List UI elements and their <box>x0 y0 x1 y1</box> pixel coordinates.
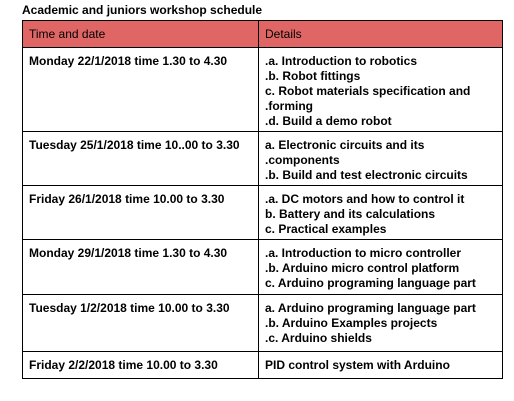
time-cell: Friday 26/1/2018 time 10.00 to 3.30 <box>22 185 259 240</box>
detail-line: a. Arduino programing language part <box>265 301 476 315</box>
table-row: Friday 26/1/2018 time 10.00 to 3.30 .a. … <box>22 185 503 240</box>
detail-line: .components <box>265 153 340 167</box>
table-row: Tuesday 25/1/2018 time 10..00 to 3.30 a.… <box>22 131 503 186</box>
document-title: Academic and juniors workshop schedule <box>22 3 263 17</box>
detail-line: .forming <box>265 99 313 113</box>
detail-line: c. Practical examples <box>265 222 387 236</box>
details-cell: .a. Introduction to robotics .b. Robot f… <box>258 47 503 132</box>
detail-line: .b. Arduino Examples projects <box>265 316 438 330</box>
time-cell: Monday 22/1/2018 time 1.30 to 4.30 <box>22 47 259 132</box>
table-header-row: Time and date Details <box>22 20 503 48</box>
detail-line: c. Arduino programing language part <box>265 276 476 290</box>
detail-line: .b. Arduino micro control platform <box>265 261 460 275</box>
detail-line: .a. Introduction to micro controller <box>265 246 462 260</box>
detail-line: .b. Build and test electronic circuits <box>265 168 468 182</box>
detail-line: b. Battery and its calculations <box>265 207 436 221</box>
details-cell: PID control system with Arduino <box>258 351 503 379</box>
details-cell: .a. DC motors and how to control it b. B… <box>258 185 503 240</box>
detail-line: .b. Robot fittings <box>265 69 361 83</box>
header-time-and-date: Time and date <box>22 20 259 48</box>
details-cell: a. Arduino programing language part .b. … <box>258 294 503 352</box>
detail-line: PID control system with Arduino <box>265 358 450 372</box>
detail-line: .d. Build a demo robot <box>265 114 392 128</box>
time-cell: Tuesday 1/2/2018 time 10.00 to 3.30 <box>22 294 259 352</box>
detail-line: .a. Introduction to robotics <box>265 54 417 68</box>
details-cell: a. Electronic circuits and its .componen… <box>258 131 503 186</box>
table-row: Tuesday 1/2/2018 time 10.00 to 3.30 a. A… <box>22 294 503 352</box>
time-cell: Tuesday 25/1/2018 time 10..00 to 3.30 <box>22 131 259 186</box>
header-details: Details <box>258 20 503 48</box>
detail-line: .a. DC motors and how to control it <box>265 192 465 206</box>
detail-line: a. Electronic circuits and its <box>265 138 425 152</box>
table-row: Monday 29/1/2018 time 1.30 to 4.30 .a. I… <box>22 239 503 295</box>
detail-line: c. Robot materials specification and <box>265 84 471 98</box>
detail-line: .c. Arduino shields <box>265 331 372 345</box>
time-cell: Friday 2/2/2018 time 10.00 to 3.30 <box>22 351 259 379</box>
schedule-table: Time and date Details Monday 22/1/2018 t… <box>22 20 503 379</box>
details-cell: .a. Introduction to micro controller .b.… <box>258 239 503 295</box>
time-cell: Monday 29/1/2018 time 1.30 to 4.30 <box>22 239 259 295</box>
table-row: Friday 2/2/2018 time 10.00 to 3.30 PID c… <box>22 351 503 379</box>
table-row: Monday 22/1/2018 time 1.30 to 4.30 .a. I… <box>22 47 503 132</box>
